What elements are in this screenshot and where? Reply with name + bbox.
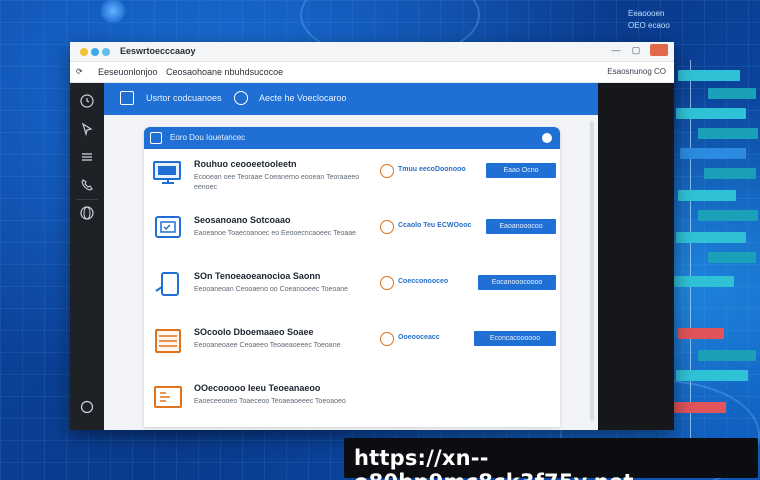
list-item[interactable]: Rouhuo ceooeetooleetn Ecooean oee Teoraa… <box>144 153 560 209</box>
dashboard-bar <box>680 148 746 159</box>
header-title: Usrtor codcuanoes <box>146 93 222 103</box>
row-action-button[interactable]: Eaao Ocno <box>486 163 556 178</box>
list-item[interactable]: SOn Tenoeaoeanocioa Saonn Eeooaneoan Ceo… <box>144 265 560 321</box>
screen-check-icon <box>155 216 181 238</box>
dashboard-bar-alert <box>678 328 724 339</box>
user-icon[interactable] <box>234 91 248 105</box>
row-title: OOecooooo Ieeu Teoeanaeoo <box>194 383 321 393</box>
menu-bar: ⟳ Eeseuonlonjoo Ceosaohoane nbuhdsucocoe… <box>70 62 674 83</box>
status-icon <box>380 332 394 346</box>
dashboard-bar <box>698 210 758 221</box>
server-icon <box>155 329 181 353</box>
row-title: SOcoolo Dboemaaeo Soaee <box>194 327 314 337</box>
menu-item[interactable]: Eeseuonlonjoo <box>98 67 158 77</box>
row-status: Ooeooceacc <box>398 334 440 341</box>
row-description: Eaoeceeooeo Toaeceoo Teoaeaoeeec Toeoaoe… <box>194 398 346 405</box>
dashboard-bar <box>676 108 746 119</box>
row-status: Coecconooceo <box>398 278 449 285</box>
title-bar: Eeswrtoecccaaoy — ▢ <box>70 42 674 62</box>
url-text[interactable]: https://xn--o80bp9mc8ck3f75y.net <box>354 446 758 480</box>
row-action-button[interactable]: Eocanooocoooo <box>478 275 556 290</box>
row-title: Rouhuo ceooeetooleetn <box>194 159 297 169</box>
document-icon <box>120 91 134 105</box>
dashboard-bar <box>708 88 756 99</box>
row-title: SOn Tenoeaoeanocioa Saonn <box>194 271 321 281</box>
menu-item[interactable]: Ceosaohoane nbuhdsucocoe <box>166 67 283 77</box>
row-status: Ccaolo Teu ECWOooc <box>398 222 472 229</box>
header-subtitle[interactable]: Aecte he Voeclocaroo <box>259 93 347 103</box>
logo-dot <box>80 48 88 56</box>
refresh-icon[interactable]: ⟳ <box>76 67 83 76</box>
clock-icon[interactable] <box>79 93 95 109</box>
logo-dot <box>91 48 99 56</box>
row-description: Ecooean oee Teoraae Coeanerno eooean Teo… <box>194 174 360 191</box>
rail-divider <box>76 199 98 200</box>
phone-icon[interactable] <box>79 177 95 193</box>
panel-toggle-button[interactable] <box>542 133 552 143</box>
list-item[interactable]: SOcoolo Dboemaaeo Soaee Eeooaneoaee Ceoa… <box>144 321 560 377</box>
scrollbar[interactable] <box>590 121 594 421</box>
ticket-icon <box>154 386 182 408</box>
status-icon <box>380 164 394 178</box>
app-window: Eeswrtoecccaaoy — ▢ ⟳ Eeseuonlonjoo Ceos… <box>70 42 674 430</box>
side-dashboard <box>668 20 760 450</box>
row-status: Tmuu eecoDoonooo <box>398 166 466 173</box>
dashboard-bar <box>678 70 740 81</box>
close-button[interactable] <box>650 44 668 56</box>
side-heading-line: Eeaoooen <box>628 9 665 18</box>
pointer-icon[interactable] <box>79 121 95 137</box>
left-rail <box>70 83 104 430</box>
dashboard-bar <box>676 232 746 243</box>
right-rail <box>598 83 674 430</box>
maximize-button[interactable]: ▢ <box>630 45 642 56</box>
list-item[interactable]: Seosanoano Sotcoaao Eaoeanoe Toaecoanoec… <box>144 209 560 265</box>
dashboard-bar <box>674 276 734 287</box>
app-logo-icon <box>80 48 110 56</box>
row-description: Eaoeanoe Toaecoanoec eo Eeooecncaoeec Te… <box>194 230 357 237</box>
list-item[interactable]: OOecooooo Ieeu Teoeanaeoo Eaoeceeooeo To… <box>144 377 560 433</box>
tablet-icon <box>155 272 179 296</box>
app-title: Eeswrtoecccaaoy <box>120 46 196 56</box>
panel-title: Eoro Dou Iouetancec <box>170 133 246 142</box>
row-description: Eeooaneoaee Ceoaeeo Teoaeaoeeec Toeoane <box>194 342 341 349</box>
row-action-button[interactable]: Econcacoooooo <box>474 331 556 346</box>
minimize-button[interactable]: — <box>610 45 622 55</box>
row-description: Eeooaneoan Ceooaeno oo Coeanooeec Toeoan… <box>194 286 349 293</box>
row-title: Seosanoano Sotcoaao <box>194 215 291 225</box>
content-header: Usrtor codcuanoes Aecte he Voeclocaroo <box>104 83 598 115</box>
globe-icon[interactable] <box>79 205 95 221</box>
url-banner: https://xn--o80bp9mc8ck3f75y.net <box>344 438 758 480</box>
main-content: Eoro Dou Iouetancec Rouhuo ceooeetooleet… <box>104 115 598 430</box>
menu-right-label[interactable]: Esaosnunog CO <box>607 67 666 76</box>
window-controls: — ▢ <box>610 44 668 56</box>
dashboard-bar <box>698 128 758 139</box>
row-action-button[interactable]: Eaoanooocoo <box>486 219 556 234</box>
service-panel: Eoro Dou Iouetancec Rouhuo ceooeetooleet… <box>144 127 560 427</box>
panel-icon <box>150 132 162 144</box>
status-icon <box>380 276 394 290</box>
list-icon[interactable] <box>79 149 95 165</box>
dashboard-bar <box>704 168 756 179</box>
settings-icon[interactable] <box>79 399 95 415</box>
logo-dot <box>102 48 110 56</box>
dashboard-bar <box>676 370 748 381</box>
monitor-icon <box>153 161 181 184</box>
panel-header: Eoro Dou Iouetancec <box>144 127 560 149</box>
dashboard-bar <box>698 350 756 361</box>
status-icon <box>380 220 394 234</box>
dashboard-bar-alert <box>674 402 726 413</box>
dashboard-bar <box>708 252 756 263</box>
dashboard-bar <box>678 190 736 201</box>
